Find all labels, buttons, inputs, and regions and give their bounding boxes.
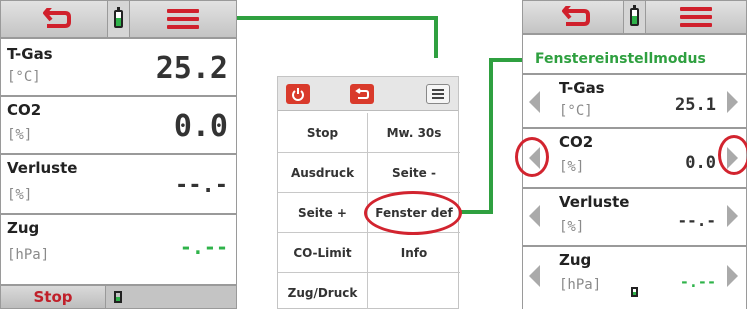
menu-item-zug-druck[interactable]: Zug/Druck [278, 273, 368, 309]
small-battery-icon [631, 287, 638, 297]
back-button[interactable] [350, 83, 374, 104]
settings-row-zug: Zug [hPa] -.-- [523, 247, 746, 309]
device-screens-figure: T-Gas [°C] 25.2 CO2 [%] 0.0 Verluste [%]… [0, 0, 747, 309]
hamburger-menu-icon [680, 7, 712, 27]
small-battery-icon [114, 291, 122, 303]
status-bar: Stop [1, 284, 236, 308]
toolbar [1, 1, 236, 39]
row-value: 0.0 [173, 109, 228, 144]
function-menu-screen: Stop Mw. 30s Ausdruck Seite - Seite + Fe… [277, 76, 462, 309]
row-value: --.- [175, 173, 228, 198]
highlight-ring-right-arrow [718, 135, 747, 175]
measurement-row-co2: CO2 [%] 0.0 [1, 97, 236, 155]
menu-toolbar [278, 77, 458, 111]
measurement-row-zug: Zug [hPa] -.-- [1, 215, 236, 283]
row-unit: [%] [559, 219, 585, 235]
row-label: Zug [559, 251, 592, 269]
back-arrow-icon [43, 8, 71, 28]
back-button[interactable] [523, 1, 624, 33]
menu-item-co-limit[interactable]: CO-Limit [278, 233, 368, 273]
back-arrow-icon [562, 6, 590, 26]
row-unit: [hPa] [559, 277, 602, 293]
row-label: T-Gas [559, 79, 605, 97]
power-button[interactable] [286, 83, 310, 104]
row-value: 25.2 [155, 51, 228, 86]
menu-item-ausdruck[interactable]: Ausdruck [278, 153, 368, 193]
battery-indicator [108, 1, 130, 37]
row-label: T-Gas [7, 45, 53, 63]
row-label: Verluste [7, 159, 78, 177]
row-unit: [hPa] [7, 247, 50, 263]
connector-line-left [237, 16, 438, 58]
mode-title: Fenstereinstellmodus [535, 51, 706, 67]
menu-button[interactable] [646, 1, 746, 33]
row-value: --.- [677, 211, 716, 230]
left-arrow-icon[interactable] [529, 205, 540, 227]
hamburger-menu-icon [167, 9, 199, 29]
window-settings-screen: Fenstereinstellmodus T-Gas [°C] 25.1 CO2… [515, 0, 747, 309]
power-icon [292, 87, 304, 101]
menu-item-empty [368, 273, 460, 309]
right-arrow-icon[interactable] [727, 91, 738, 113]
toolbar [523, 1, 746, 35]
back-button[interactable] [1, 1, 108, 37]
highlight-ring-left-arrow [515, 137, 549, 177]
settings-row-t-gas: T-Gas [°C] 25.1 [523, 73, 746, 129]
right-arrow-icon[interactable] [727, 265, 738, 287]
stop-button[interactable]: Stop [1, 286, 106, 308]
menu-item-mw-30s[interactable]: Mw. 30s [368, 113, 460, 153]
highlight-ring-fenster-def [364, 191, 462, 235]
row-value: -.-- [179, 235, 228, 259]
back-arrow-icon [355, 87, 369, 99]
row-value: 25.1 [675, 95, 716, 115]
menu-item-seite-plus[interactable]: Seite + [278, 193, 368, 233]
row-unit: [°C] [7, 69, 41, 85]
menu-item-seite-minus[interactable]: Seite - [368, 153, 460, 193]
battery-indicator [624, 1, 646, 33]
right-arrow-icon[interactable] [727, 205, 738, 227]
row-label: Verluste [559, 193, 630, 211]
row-value: 0.0 [685, 153, 716, 173]
row-unit: [%] [7, 187, 33, 203]
menu-item-info[interactable]: Info [368, 233, 460, 273]
row-label: CO2 [7, 101, 42, 119]
menu-button[interactable] [426, 83, 450, 104]
left-arrow-icon[interactable] [529, 265, 540, 287]
measurement-screen: T-Gas [°C] 25.2 CO2 [%] 0.0 Verluste [%]… [0, 0, 237, 309]
battery-icon [114, 7, 123, 28]
settings-row-co2: CO2 [%] 0.0 [515, 129, 747, 189]
row-unit: [°C] [559, 103, 593, 119]
menu-item-stop[interactable]: Stop [278, 113, 368, 153]
measurement-row-verluste: Verluste [%] --.- [1, 155, 236, 215]
connector-line-right [461, 58, 522, 214]
measurement-row-t-gas: T-Gas [°C] 25.2 [1, 41, 236, 97]
settings-row-verluste: Verluste [%] --.- [523, 189, 746, 247]
row-unit: [%] [7, 127, 33, 143]
battery-icon [630, 5, 639, 26]
row-label: Zug [7, 219, 40, 237]
menu-button[interactable] [130, 1, 236, 37]
row-label: CO2 [559, 133, 594, 151]
left-arrow-icon[interactable] [529, 91, 540, 113]
row-unit: [%] [559, 159, 585, 175]
row-value: -.-- [679, 273, 716, 291]
